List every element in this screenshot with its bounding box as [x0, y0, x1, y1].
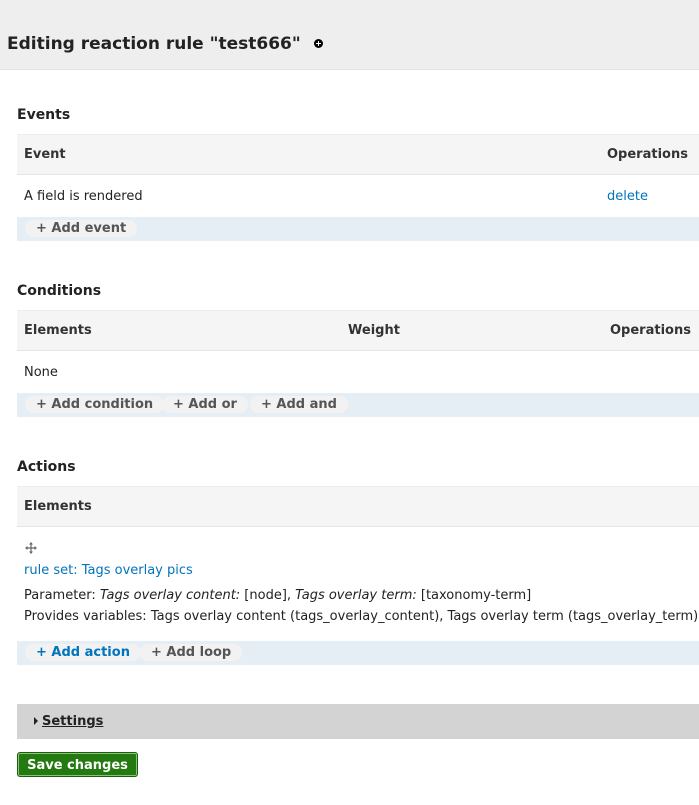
add-or-button[interactable]: + Add or: [162, 396, 248, 413]
add-action-button[interactable]: + Add action: [25, 644, 141, 661]
events-button-bar: + Add event: [17, 217, 699, 241]
parameter-2-value: [taxonomy-term]: [416, 588, 532, 603]
events-col-event: Event: [24, 147, 66, 162]
triangle-right-icon: [34, 717, 38, 725]
plus-circle-icon[interactable]: [313, 39, 323, 48]
rule-set-link[interactable]: rule set: Tags overlay pics: [24, 563, 193, 579]
actions-title: Actions: [17, 459, 76, 475]
page-header: Editing reaction rule "test666": [0, 0, 699, 70]
conditions-empty-text: None: [24, 365, 58, 380]
action-provides-variables: Provides variables: Tags overlay content…: [24, 609, 699, 624]
events-table-header: Event Operations: [17, 134, 699, 175]
conditions-col-operations: Operations: [610, 323, 691, 338]
parameter-2-name: Tags overlay term:: [295, 588, 417, 603]
add-loop-button[interactable]: + Add loop: [140, 644, 243, 661]
add-event-button[interactable]: + Add event: [25, 220, 138, 237]
actions-button-bar: + Add action + Add loop: [17, 641, 699, 665]
add-condition-button[interactable]: + Add condition: [25, 396, 165, 413]
actions-table-header: Elements: [17, 486, 699, 527]
event-name: A field is rendered: [24, 189, 143, 204]
parameter-1-name: Tags overlay content:: [99, 588, 241, 603]
parameter-1-value: [node],: [240, 588, 296, 603]
conditions-col-elements: Elements: [24, 323, 92, 338]
settings-toggle[interactable]: Settings: [42, 714, 103, 730]
actions-col-elements: Elements: [24, 499, 92, 514]
parameter-label: Parameter:: [24, 588, 100, 603]
events-title: Events: [17, 107, 71, 123]
settings-fieldset[interactable]: Settings: [17, 704, 699, 739]
page-title: Editing reaction rule "test666": [7, 33, 323, 55]
move-handle-icon[interactable]: [25, 542, 37, 554]
conditions-col-weight: Weight: [348, 323, 400, 338]
save-changes-button[interactable]: Save changes: [17, 752, 138, 777]
page-title-text: Editing reaction rule "test666": [7, 34, 301, 54]
event-delete-link[interactable]: delete: [607, 189, 648, 205]
conditions-title: Conditions: [17, 283, 102, 299]
conditions-table-header: Elements Weight Operations: [17, 310, 699, 351]
events-col-operations: Operations: [607, 147, 688, 162]
action-parameters: Parameter: Tags overlay content: [node],…: [24, 588, 531, 604]
add-and-button[interactable]: + Add and: [250, 396, 348, 413]
conditions-button-bar: + Add condition + Add or + Add and: [17, 393, 699, 417]
